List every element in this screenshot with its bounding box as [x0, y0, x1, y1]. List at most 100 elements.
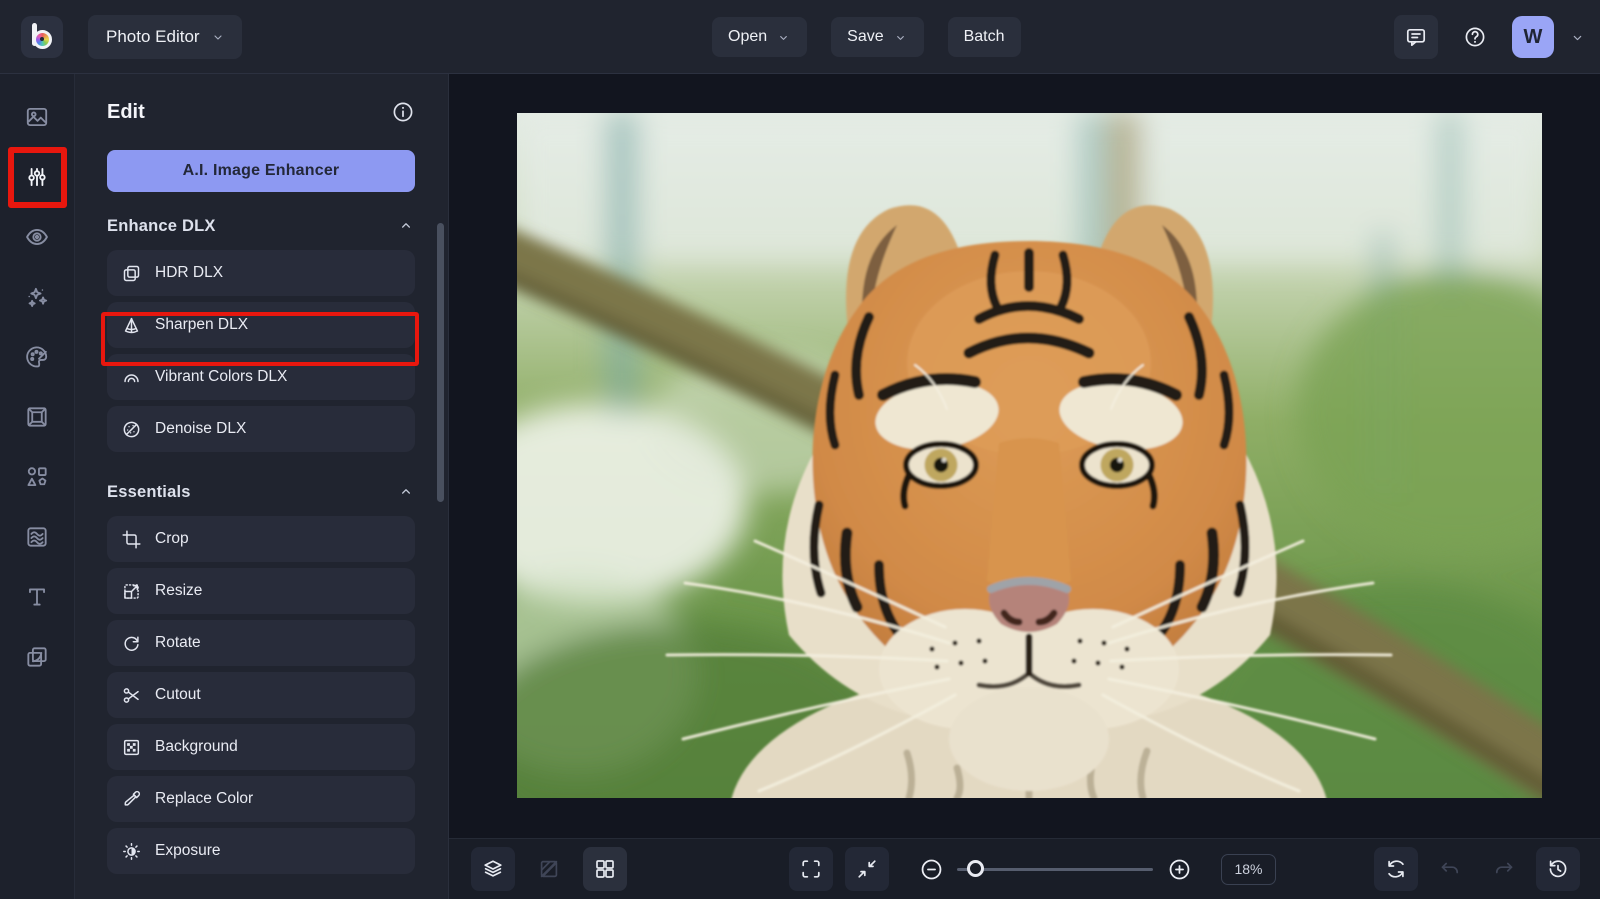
zoom-slider-handle[interactable]: [967, 860, 984, 877]
item-label: Rotate: [155, 634, 201, 652]
vibrant-colors-dlx-item[interactable]: Vibrant Colors DLX: [107, 354, 415, 400]
open-label: Open: [728, 28, 767, 46]
account-chevron-down-icon[interactable]: [1569, 29, 1586, 46]
rail-item-textures[interactable]: [24, 524, 50, 550]
exposure-item[interactable]: Exposure: [107, 828, 415, 874]
rail-item-artsy[interactable]: [24, 344, 50, 370]
vibrant-colors-dlx-icon: [121, 367, 142, 388]
fullscreen-button[interactable]: [789, 847, 833, 891]
zoom-out-button[interactable]: [911, 849, 951, 889]
chevron-up-icon[interactable]: [397, 483, 415, 501]
panel-title: Edit: [107, 101, 145, 124]
item-label: Crop: [155, 530, 189, 548]
chevron-down-icon: [776, 30, 791, 45]
bottom-toolbar: 18%: [449, 838, 1600, 899]
rail-item-edit[interactable]: [24, 164, 50, 190]
zoom-level-badge: 18%: [1221, 854, 1276, 885]
help-button[interactable]: [1453, 15, 1497, 59]
background-item[interactable]: Background: [107, 724, 415, 770]
cutout-item[interactable]: Cutout: [107, 672, 415, 718]
cutout-icon: [121, 685, 142, 706]
rail-item-frames[interactable]: [24, 404, 50, 430]
top-bar: Photo Editor Open Save Batch W: [0, 0, 1600, 74]
chevron-down-icon: [893, 30, 908, 45]
left-rail: [0, 74, 75, 899]
toolbar-center-group: 18%: [789, 847, 1276, 891]
info-icon[interactable]: [391, 100, 415, 124]
replace-color-icon: [121, 789, 142, 810]
fit-screen-button[interactable]: [845, 847, 889, 891]
rail-item-layers[interactable]: [24, 644, 50, 670]
layers-button[interactable]: [471, 847, 515, 891]
rail-item-graphics[interactable]: [24, 464, 50, 490]
replace-color-item[interactable]: Replace Color: [107, 776, 415, 822]
section-header-essentials[interactable]: Essentials: [107, 480, 415, 504]
section-header-enhance-dlx[interactable]: Enhance DLX: [107, 214, 415, 238]
hdr-dlx-icon: [121, 263, 142, 284]
zoom-slider[interactable]: [957, 849, 1153, 889]
rail-item-text[interactable]: [24, 584, 50, 610]
befunky-logo[interactable]: [21, 16, 63, 58]
history-button[interactable]: [1536, 847, 1580, 891]
background-icon: [121, 737, 142, 758]
chevron-up-icon[interactable]: [397, 217, 415, 235]
resize-item[interactable]: Resize: [107, 568, 415, 614]
rail-item-effects[interactable]: [24, 284, 50, 310]
panel-sections: Enhance DLX HDR DLX Sharpen DLX Vibrant Col…: [107, 214, 415, 874]
grid-view-button[interactable]: [583, 847, 627, 891]
denoise-dlx-item[interactable]: Denoise DLX: [107, 406, 415, 452]
zoom-slider-track[interactable]: [957, 868, 1153, 871]
exposure-icon: [121, 841, 142, 862]
item-label: Resize: [155, 582, 202, 600]
toolbar-history-group: [1374, 847, 1580, 891]
batch-label: Batch: [964, 28, 1005, 46]
redo-button[interactable]: [1482, 847, 1526, 891]
user-avatar[interactable]: W: [1512, 16, 1554, 58]
item-label: Denoise DLX: [155, 420, 246, 438]
save-label: Save: [847, 28, 883, 46]
item-label: Sharpen DLX: [155, 316, 248, 334]
top-bar-right: W: [1394, 0, 1586, 74]
logo-color-wheel-icon: [33, 30, 52, 49]
resize-icon: [121, 581, 142, 602]
tiger-photo[interactable]: [517, 113, 1542, 798]
edit-panel: Edit A.I. Image Enhancer Enhance DLX HDR …: [75, 74, 448, 899]
rail-item-image-manager[interactable]: [24, 104, 50, 130]
item-label: HDR DLX: [155, 264, 223, 282]
sharpen-dlx-item[interactable]: Sharpen DLX: [107, 302, 415, 348]
hdr-dlx-item[interactable]: HDR DLX: [107, 250, 415, 296]
denoise-dlx-icon: [121, 419, 142, 440]
compare-button[interactable]: [527, 847, 571, 891]
item-label: Background: [155, 738, 238, 756]
undo-button[interactable]: [1428, 847, 1472, 891]
item-label: Replace Color: [155, 790, 253, 808]
mode-selector[interactable]: Photo Editor: [88, 15, 242, 59]
batch-button[interactable]: Batch: [948, 17, 1021, 57]
body-row: Edit A.I. Image Enhancer Enhance DLX HDR …: [0, 74, 1600, 899]
open-button[interactable]: Open: [712, 17, 807, 57]
canvas-area[interactable]: 18%: [448, 74, 1600, 899]
panel-header: Edit: [107, 100, 415, 124]
mode-label: Photo Editor: [106, 27, 200, 47]
panel-scrollbar-thumb[interactable]: [437, 223, 444, 502]
rotate-icon: [121, 633, 142, 654]
item-label: Exposure: [155, 842, 220, 860]
chevron-down-icon: [210, 29, 226, 45]
rail-item-touch-up[interactable]: [24, 224, 50, 250]
crop-icon: [121, 529, 142, 550]
top-bar-center: Open Save Batch: [712, 0, 1021, 74]
photo-editor-app: Photo Editor Open Save Batch W: [0, 0, 1600, 899]
crop-item[interactable]: Crop: [107, 516, 415, 562]
section-title: Essentials: [107, 483, 191, 502]
toolbar-left-group: [471, 847, 627, 891]
reset-button[interactable]: [1374, 847, 1418, 891]
ai-image-enhancer-button[interactable]: A.I. Image Enhancer: [107, 150, 415, 192]
item-label: Cutout: [155, 686, 201, 704]
feedback-button[interactable]: [1394, 15, 1438, 59]
zoom-in-button[interactable]: [1159, 849, 1199, 889]
zoom-cluster: [911, 849, 1199, 889]
rotate-item[interactable]: Rotate: [107, 620, 415, 666]
section-title: Enhance DLX: [107, 217, 216, 236]
item-label: Vibrant Colors DLX: [155, 368, 287, 386]
save-button[interactable]: Save: [831, 17, 923, 57]
